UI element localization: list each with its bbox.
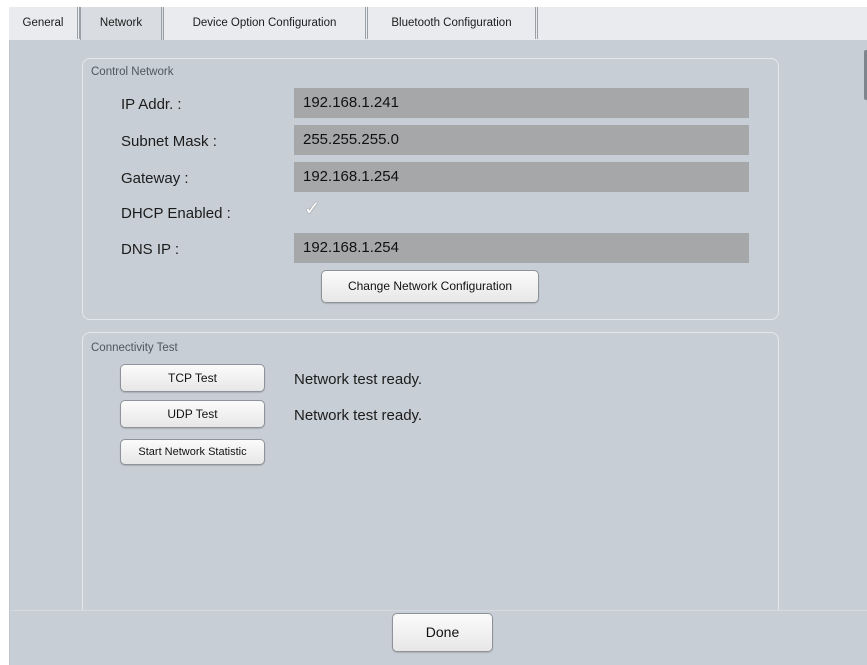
tcp-test-button[interactable]: TCP Test [120, 364, 265, 392]
connectivity-test-group: Connectivity Test TCP Test Network test … [82, 332, 779, 610]
tab-bar: General Network Device Option Configurat… [9, 7, 867, 41]
ip-label: IP Addr. : [121, 96, 182, 113]
dhcp-label: DHCP Enabled : [121, 205, 231, 222]
tab-general[interactable]: General [9, 7, 80, 39]
change-network-configuration-button[interactable]: Change Network Configuration [321, 270, 539, 303]
control-network-title: Control Network [91, 66, 174, 78]
udp-status: Network test ready. [294, 407, 423, 424]
gateway-field[interactable]: 192.168.1.254 [294, 162, 749, 192]
connectivity-test-title: Connectivity Test [91, 342, 178, 354]
tab-bluetooth-configuration[interactable]: Bluetooth Configuration [368, 7, 538, 39]
subnet-field[interactable]: 255.255.255.0 [294, 125, 749, 155]
tab-device-option-configuration[interactable]: Device Option Configuration [164, 7, 368, 39]
dns-label: DNS IP : [121, 241, 180, 258]
dhcp-checkbox[interactable]: ✓ [304, 199, 321, 219]
ip-field[interactable]: 192.168.1.241 [294, 88, 749, 118]
start-network-statistic-button[interactable]: Start Network Statistic [120, 439, 265, 465]
tab-network[interactable]: Network [80, 7, 164, 41]
control-network-group: Control Network IP Addr. : 192.168.1.241… [82, 58, 779, 320]
gateway-label: Gateway : [121, 170, 189, 187]
network-panel: Control Network IP Addr. : 192.168.1.241… [9, 40, 867, 665]
udp-test-button[interactable]: UDP Test [120, 400, 265, 428]
done-button[interactable]: Done [392, 613, 493, 652]
tcp-status: Network test ready. [294, 371, 423, 388]
dns-field[interactable]: 192.168.1.254 [294, 233, 749, 263]
divider [10, 610, 867, 611]
subnet-label: Subnet Mask : [121, 133, 217, 150]
